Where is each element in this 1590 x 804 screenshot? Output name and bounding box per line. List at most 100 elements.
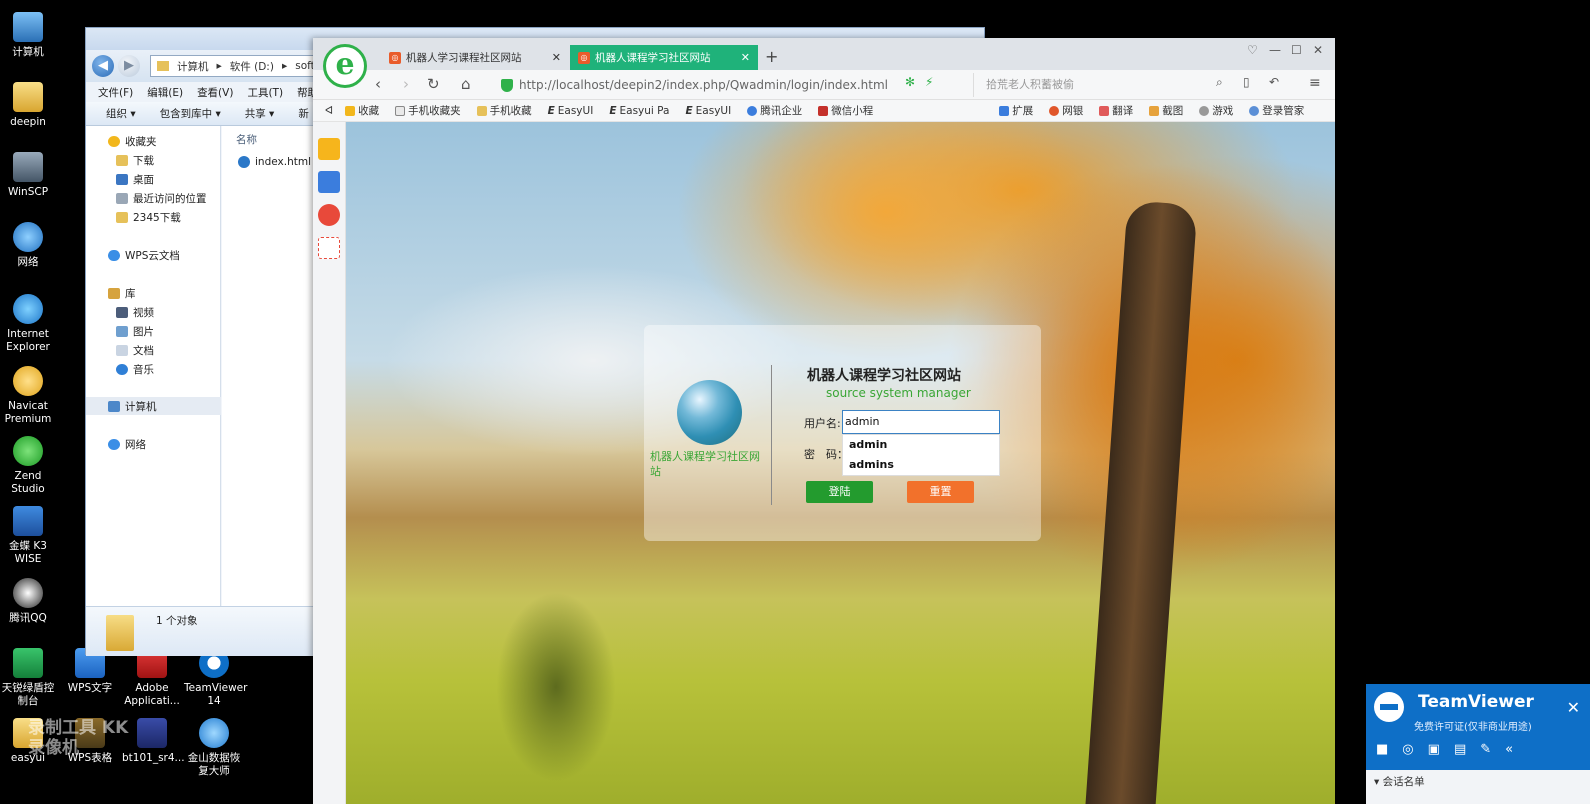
sidebar-toggle-icon[interactable]: ᐊ bbox=[325, 105, 333, 117]
nav-item-desktop[interactable]: 桌面 bbox=[86, 170, 221, 188]
bookmark-easyui-1[interactable]: E EasyUI bbox=[548, 105, 594, 117]
nav-wps-cloud[interactable]: WPS云文档 bbox=[86, 246, 221, 264]
autocomplete-option[interactable]: admins bbox=[843, 455, 999, 475]
small-tree bbox=[496, 592, 616, 782]
tab-active[interactable]: ◎ 机器人课程学习社区网站 ✕ bbox=[570, 45, 758, 70]
forward-button[interactable]: ▶ bbox=[118, 55, 140, 77]
bookmark-easyui-2[interactable]: E EasyUI bbox=[685, 105, 731, 117]
reading-icon[interactable]: ▯ bbox=[1243, 75, 1250, 89]
nav-favorites[interactable]: 收藏夹 bbox=[86, 132, 221, 150]
desktop-icon-deepin[interactable]: deepin bbox=[0, 82, 58, 129]
nav-item-music[interactable]: 音乐 bbox=[86, 360, 221, 378]
reset-button[interactable]: 重置 bbox=[907, 481, 974, 503]
include-in-library-button[interactable]: 包含到库中 ▾ bbox=[160, 106, 221, 121]
home-button[interactable]: ⌂ bbox=[461, 75, 471, 93]
tool-login-manager[interactable]: 登录管家 bbox=[1249, 103, 1304, 118]
menu-view[interactable]: 查看(V) bbox=[197, 85, 233, 100]
browser-logo-icon[interactable]: e bbox=[323, 44, 367, 88]
desktop-icon-k3[interactable]: 金蝶 K3 WISE bbox=[0, 506, 58, 566]
breadcrumb-item[interactable]: 计算机 bbox=[177, 59, 209, 74]
desktop-icon-computer[interactable]: 计算机 bbox=[0, 12, 58, 59]
close-window-button[interactable]: ✕ bbox=[1313, 43, 1323, 57]
tool-extensions[interactable]: 扩展 bbox=[999, 103, 1033, 118]
autocomplete-option[interactable]: admin bbox=[843, 435, 999, 455]
login-panel: 机器人课程学习社区网站 机器人课程学习社区网站 source system ma… bbox=[644, 325, 1041, 541]
bookmark-tencent[interactable]: 腾讯企业 bbox=[747, 103, 802, 118]
nav-item-videos[interactable]: 视频 bbox=[86, 303, 221, 321]
tool-screenshot[interactable]: 截图 bbox=[1149, 103, 1183, 118]
minimize-button[interactable]: — bbox=[1269, 43, 1281, 57]
chat-icon[interactable]: ▣ bbox=[1428, 742, 1440, 757]
desktop-icon-winscp[interactable]: WinSCP bbox=[0, 152, 58, 199]
nav-libraries[interactable]: 库 bbox=[86, 284, 221, 302]
back-button[interactable]: ‹ bbox=[375, 75, 381, 93]
reload-button[interactable]: ↻ bbox=[427, 75, 440, 93]
menu-file[interactable]: 文件(F) bbox=[98, 85, 133, 100]
weibo-icon[interactable] bbox=[318, 204, 340, 226]
desktop-icon-teamviewer[interactable]: TeamViewer 14 bbox=[184, 648, 247, 708]
tool-banking[interactable]: 网银 bbox=[1049, 103, 1083, 118]
desktop-icon-qq[interactable]: 腾讯QQ bbox=[0, 578, 58, 625]
favorites-star-icon[interactable] bbox=[318, 138, 340, 160]
close-tab-icon[interactable]: ✕ bbox=[552, 51, 561, 64]
menu-icon[interactable]: ≡ bbox=[1309, 75, 1321, 91]
video-camera-icon[interactable]: ■ bbox=[1376, 742, 1388, 757]
item-count: 1 个对象 bbox=[156, 615, 198, 627]
headset-icon[interactable]: ◎ bbox=[1402, 742, 1413, 757]
forward-button[interactable]: › bbox=[403, 75, 409, 93]
breadcrumb-item[interactable]: soft bbox=[295, 60, 315, 72]
search-icon[interactable]: ⌕ bbox=[1216, 75, 1223, 90]
files-icon[interactable]: ▤ bbox=[1454, 742, 1466, 757]
file-item[interactable]: index.html bbox=[238, 156, 311, 168]
bookmark-mobile[interactable]: 手机收藏 bbox=[476, 103, 532, 118]
desktop-icon-navicat[interactable]: Navicat Premium bbox=[0, 366, 58, 426]
bookmark-easyui-pa[interactable]: E Easyui Pa bbox=[609, 105, 669, 117]
speed-icon[interactable]: ✻ bbox=[905, 75, 915, 89]
desktop-icon-lvdun[interactable]: 天锐绿盾控制台 bbox=[0, 648, 58, 708]
new-button[interactable]: 新 bbox=[298, 106, 309, 121]
nav-computer[interactable]: 计算机 bbox=[86, 397, 221, 415]
url-field[interactable]: http://localhost/deepin2/index.php/Qwadm… bbox=[501, 73, 961, 97]
desktop-icon-zend[interactable]: Zend Studio bbox=[0, 436, 58, 496]
tool-games[interactable]: 游戏 bbox=[1199, 103, 1233, 118]
column-header-name[interactable]: 名称 bbox=[236, 132, 257, 147]
back-button[interactable]: ◀ bbox=[92, 55, 114, 77]
organize-button[interactable]: 组织 ▾ bbox=[106, 106, 136, 121]
share-button[interactable]: 共享 ▾ bbox=[245, 106, 275, 121]
session-list-header[interactable]: ▾ 会话名单 bbox=[1366, 770, 1590, 804]
desktop-icon-adobe[interactable]: Adobe Applicati... bbox=[122, 648, 182, 708]
nav-item-2345[interactable]: 2345下载 bbox=[86, 208, 221, 226]
mail-at-icon[interactable] bbox=[318, 237, 340, 259]
new-tab-button[interactable]: + bbox=[765, 47, 778, 66]
menu-edit[interactable]: 编辑(E) bbox=[147, 85, 183, 100]
close-icon[interactable]: ✕ bbox=[1567, 698, 1580, 717]
bookmark-favorites[interactable]: 收藏 bbox=[345, 103, 379, 118]
desktop-icon-ie[interactable]: Internet Explorer bbox=[0, 294, 58, 354]
nav-network[interactable]: 网络 bbox=[86, 435, 221, 453]
collapse-icon[interactable]: « bbox=[1505, 742, 1513, 757]
username-input[interactable]: admin bbox=[842, 410, 1000, 434]
nav-item-documents[interactable]: 文档 bbox=[86, 341, 221, 359]
menu-tools[interactable]: 工具(T) bbox=[247, 85, 283, 100]
folder-icon bbox=[476, 105, 487, 116]
reading-list-icon[interactable] bbox=[318, 171, 340, 193]
maximize-button[interactable]: ☐ bbox=[1291, 43, 1302, 57]
tab-inactive[interactable]: ◎ 机器人学习课程社区网站 ✕ bbox=[381, 45, 569, 70]
breadcrumb-item[interactable]: 软件 (D:) bbox=[230, 59, 274, 74]
tools-icon[interactable]: ✎ bbox=[1480, 742, 1491, 757]
nav-item-downloads[interactable]: 下载 bbox=[86, 151, 221, 169]
desktop-icon-network[interactable]: 网络 bbox=[0, 222, 58, 269]
login-button[interactable]: 登陆 bbox=[806, 481, 873, 503]
bookmark-mobile-favorites[interactable]: 手机收藏夹 bbox=[395, 103, 461, 118]
skin-icon[interactable]: ♡ bbox=[1247, 43, 1258, 57]
close-tab-icon[interactable]: ✕ bbox=[741, 51, 750, 64]
bookmark-wechat[interactable]: 微信小程 bbox=[818, 103, 873, 118]
nav-item-pictures[interactable]: 图片 bbox=[86, 322, 221, 340]
search-input[interactable]: 拾荒老人积蓄被偷 bbox=[973, 73, 1233, 97]
lightning-icon[interactable]: ⚡ bbox=[925, 75, 933, 89]
chevron-down-icon: ▾ bbox=[1374, 776, 1380, 788]
tool-translate[interactable]: 翻译 bbox=[1099, 103, 1133, 118]
nav-item-recent[interactable]: 最近访问的位置 bbox=[86, 189, 221, 207]
desktop-icon-datarecovery[interactable]: 金山数据恢复大师 bbox=[184, 718, 244, 778]
undo-icon[interactable]: ↶ bbox=[1269, 75, 1279, 89]
